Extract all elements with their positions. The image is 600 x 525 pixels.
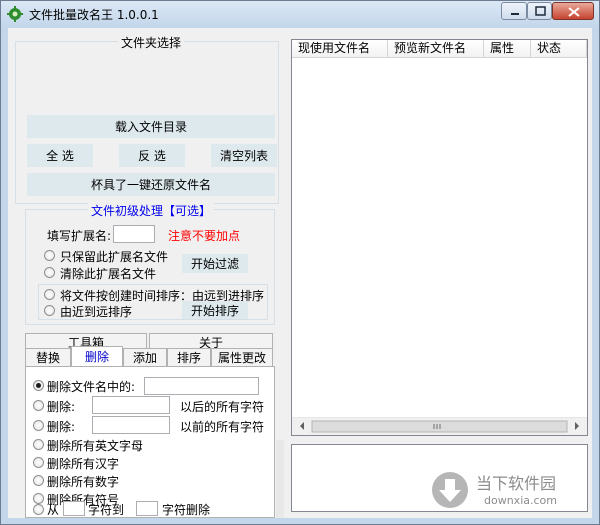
delete-digits-radio[interactable]: [33, 475, 44, 486]
delete-substring-radio[interactable]: [33, 380, 44, 391]
invert-selection-button[interactable]: 反 选: [119, 144, 185, 167]
delete-chinese-radio[interactable]: [33, 457, 44, 468]
maximize-icon: [535, 6, 546, 16]
window-title: 文件批量改名王 1.0.0.1: [29, 8, 159, 22]
client-area: 文件夹选择 载入文件目录 全 选 反 选 清空列表 杯具了一键还原文件名 文件初…: [8, 28, 592, 518]
close-icon: [568, 7, 580, 17]
keep-ext-radio[interactable]: [44, 250, 55, 261]
delete-chinese-label: 删除所有汉字: [47, 457, 120, 471]
sort-new-old-label: 由近到远排序: [60, 305, 133, 319]
delete-symbols-radio[interactable]: [33, 493, 44, 504]
file-list-hscrollbar[interactable]: [292, 417, 587, 435]
column-preview-name[interactable]: 预览新文件名: [388, 40, 484, 58]
minimize-icon: [511, 13, 519, 15]
app-window: 文件批量改名王 1.0.0.1 文件夹选择 载入文件目录 全 选 反 选 清空列…: [0, 0, 600, 525]
remove-ext-label: 清除此扩展名文件: [60, 267, 157, 281]
gear-icon: [7, 6, 23, 22]
column-status[interactable]: 状态: [531, 40, 587, 58]
sort-old-new-radio[interactable]: [44, 289, 55, 300]
delete-range-radio[interactable]: [33, 504, 44, 515]
delete-range-mid: 字符到: [88, 503, 125, 517]
close-button[interactable]: [552, 2, 594, 20]
delete-after-input[interactable]: [92, 396, 170, 414]
scroll-arrows-icon: [300, 420, 579, 433]
folder-group-legend: 文件夹选择: [118, 34, 185, 51]
ext-warning: 注意不要加点: [168, 229, 241, 243]
column-current-name[interactable]: 现使用文件名: [292, 40, 388, 58]
delete-after-suffix: 以后的所有字符: [180, 400, 265, 414]
restore-filenames-button[interactable]: 杯具了一键还原文件名: [27, 173, 275, 196]
range-end-input[interactable]: [136, 501, 158, 516]
delete-letters-label: 删除所有英文字母: [47, 439, 144, 453]
tab-delete[interactable]: 删除: [71, 346, 123, 366]
select-all-button[interactable]: 全 选: [27, 144, 93, 167]
sort-new-old-radio[interactable]: [44, 305, 55, 316]
watermark-url: downxia.com: [484, 494, 557, 507]
extension-input[interactable]: [113, 225, 155, 243]
tab-sort[interactable]: 排序: [167, 348, 211, 366]
delete-before-radio[interactable]: [33, 420, 44, 431]
range-start-input[interactable]: [63, 501, 85, 516]
delete-substring-label: 删除文件名中的:: [47, 380, 136, 394]
preprocess-group-legend: 文件初级处理【可选】: [88, 202, 215, 219]
keep-ext-label: 只保留此扩展名文件: [60, 250, 169, 264]
file-list[interactable]: 现使用文件名 预览新文件名 属性 状态: [291, 39, 588, 436]
tab-replace[interactable]: 替换: [25, 348, 71, 366]
delete-letters-radio[interactable]: [33, 439, 44, 450]
remove-ext-radio[interactable]: [44, 267, 55, 278]
download-logo-icon: [432, 472, 468, 508]
delete-after-label: 删除:: [47, 400, 76, 414]
delete-range-from: 从: [47, 503, 60, 517]
tab-add[interactable]: 添加: [123, 348, 167, 366]
watermark-name: 当下软件园: [476, 474, 557, 493]
clear-list-button[interactable]: 清空列表: [211, 144, 277, 167]
tab-panel-scrollbar[interactable]: [276, 440, 284, 518]
delete-after-radio[interactable]: [33, 400, 44, 411]
delete-digits-label: 删除所有数字: [47, 475, 120, 489]
title-bar: 文件批量改名王 1.0.0.1: [1, 1, 599, 27]
start-sort-button[interactable]: 开始排序: [182, 301, 248, 319]
delete-before-input[interactable]: [92, 416, 170, 434]
watermark: 当下软件园 downxia.com: [426, 466, 586, 516]
minimize-button[interactable]: [501, 2, 527, 20]
start-filter-button[interactable]: 开始过滤: [182, 254, 248, 273]
column-attributes[interactable]: 属性: [484, 40, 531, 58]
delete-before-suffix: 以前的所有字符: [180, 420, 265, 434]
delete-before-label: 删除:: [47, 420, 76, 434]
delete-substring-input[interactable]: [144, 377, 259, 395]
delete-range-end: 字符删除: [162, 503, 211, 517]
load-directory-button[interactable]: 载入文件目录: [27, 115, 275, 138]
ext-label: 填写扩展名:: [47, 229, 112, 243]
maximize-button[interactable]: [527, 2, 552, 20]
tab-attributes[interactable]: 属性更改: [211, 348, 273, 366]
